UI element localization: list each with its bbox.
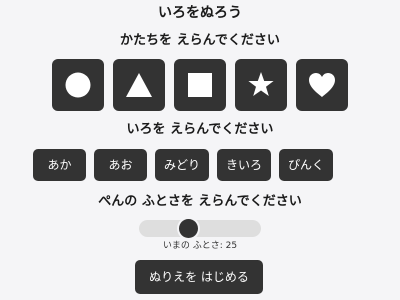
heart-icon <box>309 73 335 97</box>
color-button-yellow[interactable]: きいろ <box>217 149 271 181</box>
triangle-icon <box>126 73 152 97</box>
start-coloring-button[interactable]: ぬりえを はじめる <box>135 260 263 294</box>
shape-button-circle[interactable] <box>52 59 104 111</box>
shape-section-label: かたちを えらんでください <box>120 33 280 48</box>
square-icon <box>188 73 212 97</box>
color-button-green[interactable]: みどり <box>155 149 209 181</box>
color-picker: あか あお みどり きいろ ぴんく <box>33 149 333 181</box>
shape-picker <box>52 59 348 111</box>
shape-button-square[interactable] <box>174 59 226 111</box>
shape-button-heart[interactable] <box>296 59 348 111</box>
shape-button-triangle[interactable] <box>113 59 165 111</box>
coloring-app: いろをぬろう かたちを えらんでください いろを えらんでください あか あお … <box>0 0 400 300</box>
color-section-label: いろを えらんでください <box>126 122 274 137</box>
circle-icon <box>65 72 91 98</box>
shape-button-star[interactable] <box>235 59 287 111</box>
pen-size-slider[interactable] <box>139 219 261 238</box>
color-button-pink[interactable]: ぴんく <box>279 149 333 181</box>
pen-size-section-label: ぺんの ふとさを えらんでください <box>98 194 302 209</box>
color-button-red[interactable]: あか <box>33 149 86 181</box>
pen-size-slider-thumb[interactable] <box>179 219 198 238</box>
star-icon <box>248 72 274 96</box>
pen-size-readout: いまの ふとさ: 25 <box>162 241 238 251</box>
color-button-blue[interactable]: あお <box>94 149 147 181</box>
app-title: いろをぬろう <box>158 5 242 21</box>
